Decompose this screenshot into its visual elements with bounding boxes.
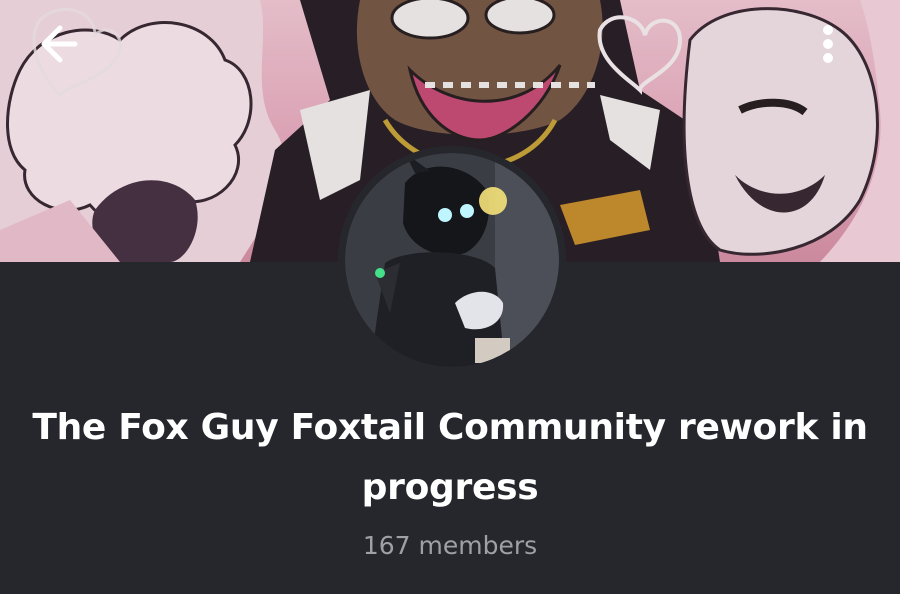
more-vertical-icon bbox=[823, 25, 833, 63]
back-button[interactable] bbox=[36, 22, 92, 78]
community-name: The Fox Guy Foxtail Community rework in … bbox=[32, 407, 868, 508]
community-avatar[interactable] bbox=[338, 146, 566, 374]
member-count[interactable]: 167 members bbox=[0, 528, 900, 564]
arrow-left-icon bbox=[41, 25, 78, 63]
more-options-button[interactable] bbox=[822, 22, 866, 78]
avatar-image bbox=[345, 153, 559, 367]
